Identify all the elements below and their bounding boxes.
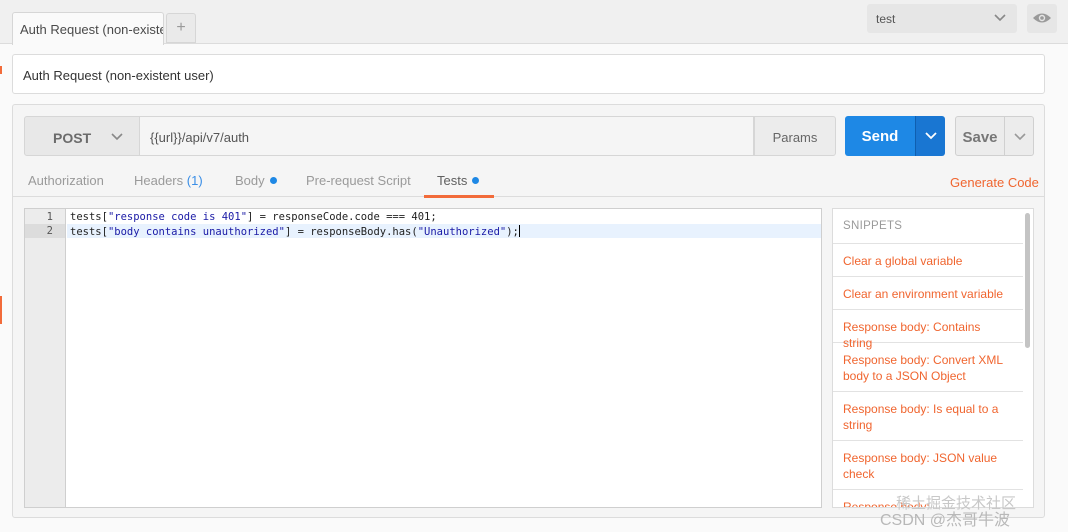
code-token: ] = responseCode.code === 401; <box>247 211 437 223</box>
tab-tests[interactable]: Tests <box>437 173 480 188</box>
body-indicator-dot <box>269 177 277 184</box>
code-token: ); <box>506 226 519 238</box>
tab-authorization[interactable]: Authorization <box>28 173 104 188</box>
tests-indicator-dot <box>472 177 480 184</box>
active-tab-indicator <box>424 195 494 198</box>
snippet-item[interactable]: Response body: JSON value check <box>833 441 1023 490</box>
code-line: tests["response code is 401"] = response… <box>70 211 437 223</box>
tab-headers-label: Headers <box>134 173 184 188</box>
tab-body[interactable]: Body <box>235 173 277 188</box>
environment-select[interactable]: test <box>867 4 1017 33</box>
request-tab[interactable]: Auth Request (non-existe <box>12 12 164 45</box>
snippet-item[interactable]: Response body: Is equal to a string <box>833 392 1023 441</box>
sidebar-edge-marker <box>0 296 2 324</box>
chevron-down-icon <box>1014 133 1026 141</box>
request-subtabs: Authorization Headers (1) Body Pre-reque… <box>13 163 1044 198</box>
snippet-item[interactable]: Clear a global variable <box>833 244 1023 277</box>
environment-quick-look-button[interactable] <box>1027 4 1057 33</box>
code-string: "Unauthorized" <box>417 226 507 238</box>
request-builder: POST {{url}}/api/v7/auth Params Send Sav… <box>12 104 1045 518</box>
sidebar-edge-marker <box>0 66 2 74</box>
generate-code-link[interactable]: Generate Code <box>950 175 1039 190</box>
code-token: tests[ <box>70 211 108 223</box>
send-button[interactable]: Send <box>845 116 915 156</box>
save-dropdown-button[interactable] <box>1005 116 1034 156</box>
line-number: 1 <box>46 211 53 223</box>
chevron-down-icon <box>994 14 1006 22</box>
code-string: "response code is 401" <box>107 211 248 223</box>
method-select[interactable]: POST <box>24 116 140 156</box>
code-line: tests["body contains unauthorized"] = re… <box>70 225 520 238</box>
tests-code-editor[interactable]: 1 2 tests["response code is 401"] = resp… <box>24 208 822 508</box>
save-button[interactable]: Save <box>955 116 1005 156</box>
snippet-item[interactable]: Response body: Convert XML body to a JSO… <box>833 343 1023 392</box>
send-dropdown-button[interactable] <box>915 116 945 156</box>
environment-select-value: test <box>876 12 896 26</box>
url-input[interactable]: {{url}}/api/v7/auth <box>140 116 754 156</box>
watermark: CSDN @杰哥牛波 <box>880 512 1011 529</box>
tab-headers[interactable]: Headers (1) <box>134 173 203 188</box>
snippets-panel: SNIPPETS Clear a global variable Clear a… <box>832 208 1034 508</box>
chevron-down-icon <box>925 132 937 140</box>
eye-icon <box>1033 13 1051 23</box>
tab-pre-request-script[interactable]: Pre-request Script <box>306 173 411 188</box>
tab-body-label: Body <box>235 173 265 188</box>
new-tab-button[interactable]: + <box>166 13 196 43</box>
code-token: tests[ <box>70 226 108 238</box>
request-name[interactable]: Auth Request (non-existent user) <box>12 54 1045 94</box>
tab-tests-label: Tests <box>437 173 468 188</box>
snippets-scrollbar[interactable] <box>1025 213 1030 348</box>
snippet-item[interactable]: Clear an environment variable <box>833 277 1023 310</box>
text-cursor <box>518 225 520 237</box>
params-button[interactable]: Params <box>754 116 836 156</box>
method-value: POST <box>53 130 92 146</box>
code-token: ] = responseBody.has( <box>284 226 418 238</box>
snippet-item[interactable]: Response body: Contains string <box>833 310 1023 350</box>
snippets-title: SNIPPETS <box>843 220 903 232</box>
code-string: "body contains unauthorized" <box>107 226 285 238</box>
line-number: 2 <box>46 225 53 237</box>
line-gutter: 1 2 <box>25 209 66 507</box>
tab-strip: Auth Request (non-existe + test <box>0 0 1068 45</box>
headers-count-badge: (1) <box>186 173 203 188</box>
chevron-down-icon <box>111 133 123 141</box>
